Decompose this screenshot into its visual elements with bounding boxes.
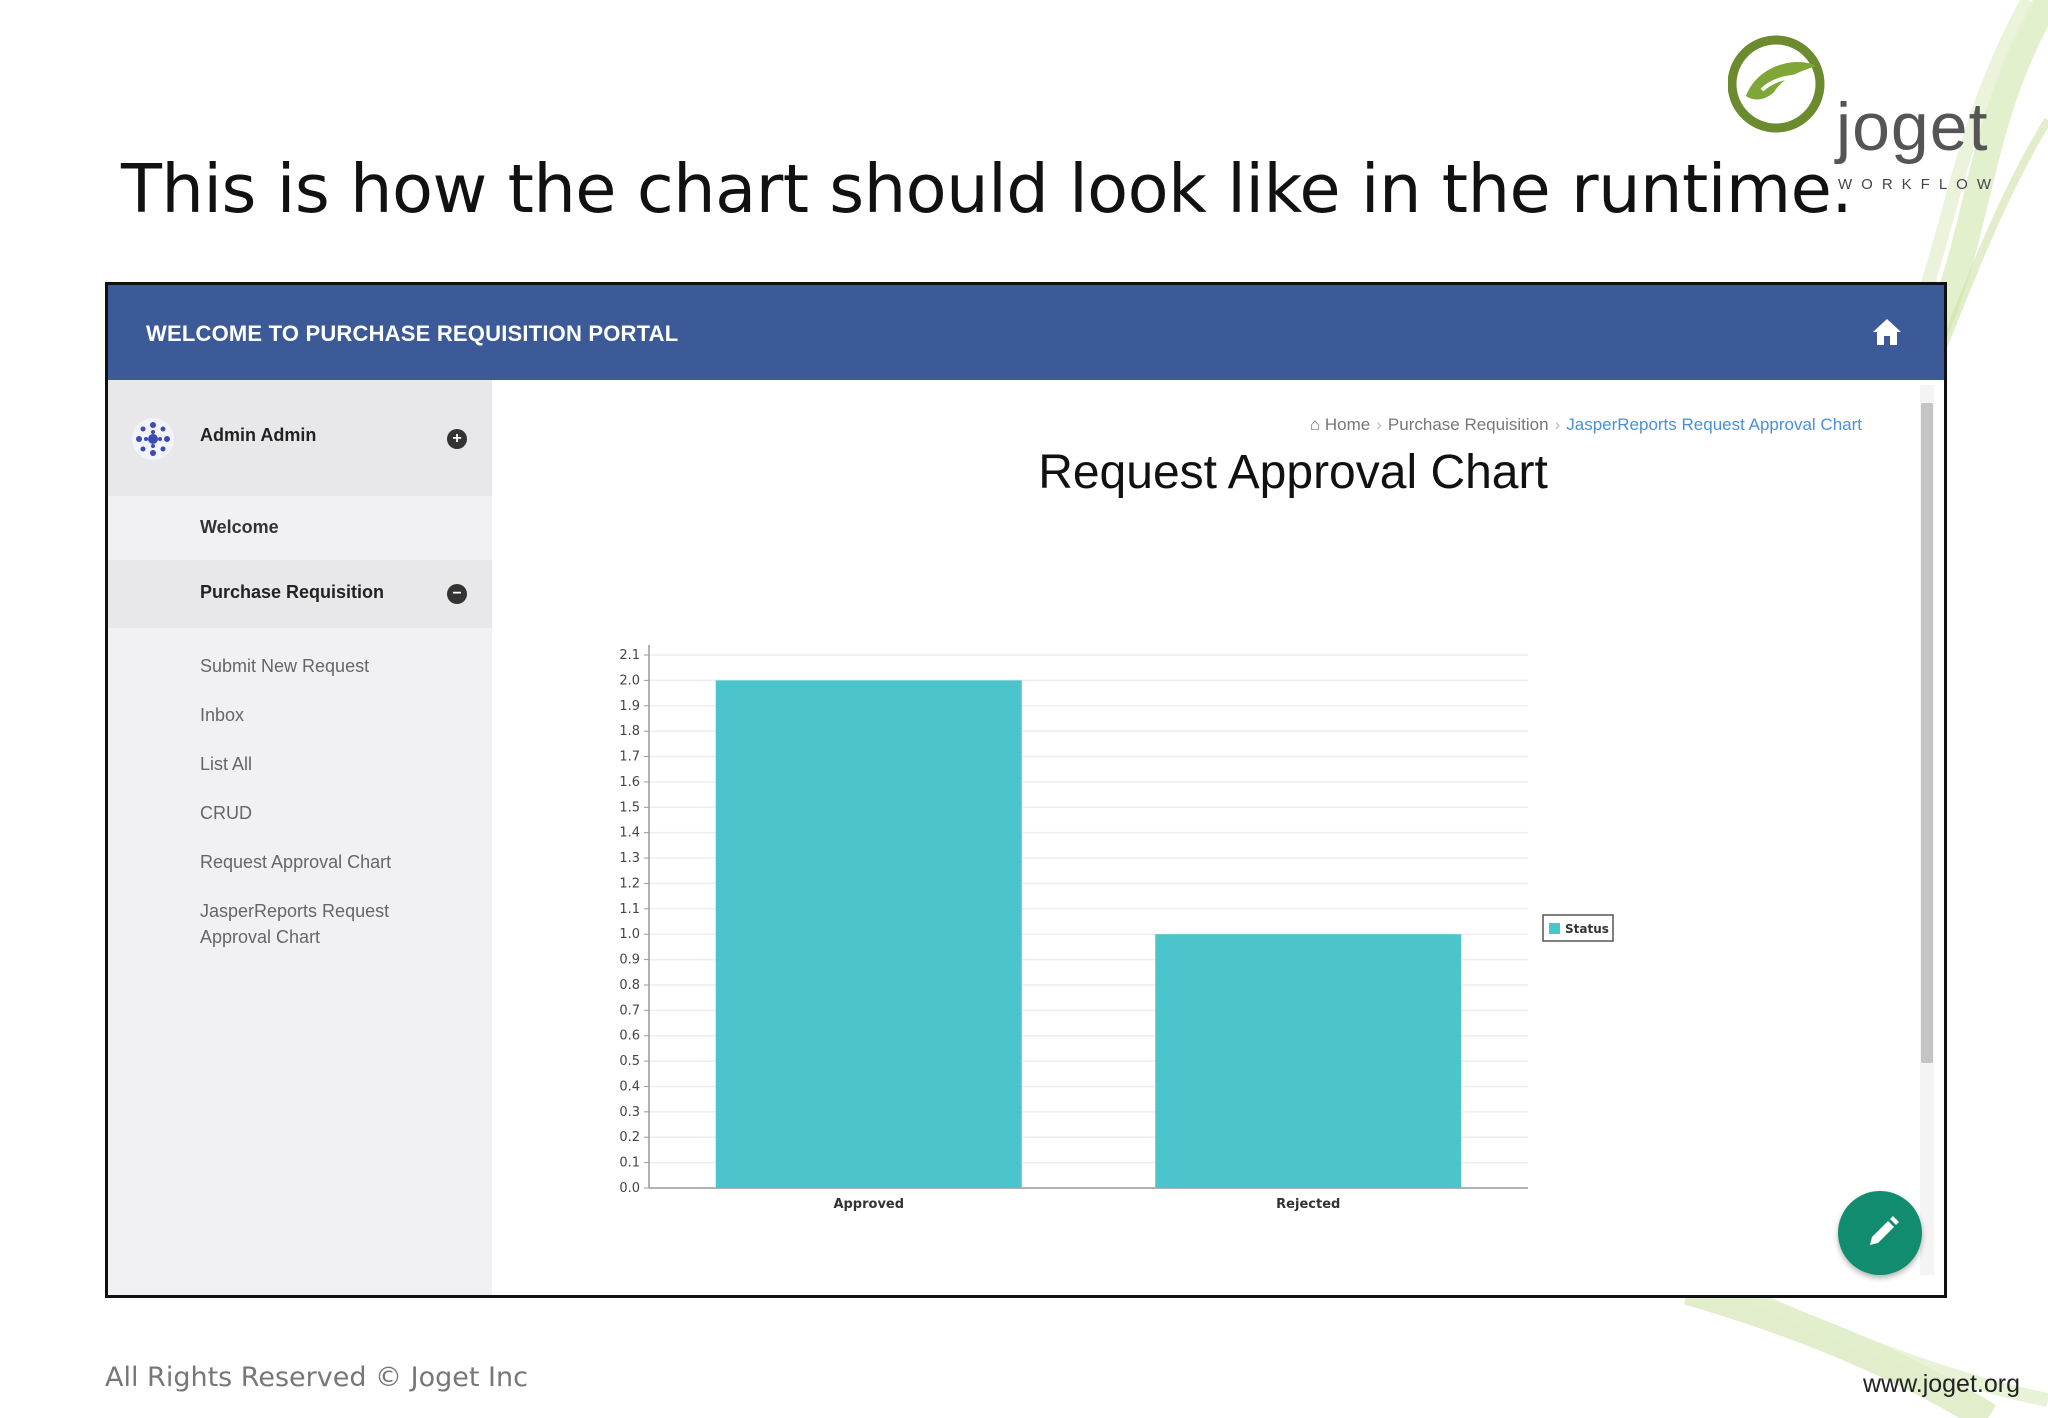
home-icon[interactable] [1870, 315, 1904, 349]
y-tick-label: 0.8 [619, 978, 640, 993]
sidebar-item-welcome[interactable]: Welcome [108, 496, 492, 560]
x-tick-label: Rejected [1276, 1197, 1340, 1212]
app-header: WELCOME TO PURCHASE REQUISITION PORTAL [108, 285, 1944, 380]
slide-title: This is how the chart should look like i… [121, 150, 1853, 228]
y-tick-label: 2.1 [619, 648, 640, 663]
y-tick-label: 0.6 [619, 1029, 640, 1044]
footer-copyright: All Rights Reserved © Joget Inc [105, 1362, 528, 1393]
chart-legend [1542, 914, 1614, 942]
y-tick-label: 1.8 [619, 724, 640, 739]
y-tick-label: 1.5 [619, 800, 640, 815]
y-tick-label: 1.6 [619, 775, 640, 790]
home-icon: ⌂ [1309, 415, 1325, 434]
sidebar-subitem-list-all[interactable]: List All [200, 751, 460, 777]
y-tick-label: 1.1 [619, 902, 640, 917]
breadcrumb-section[interactable]: Purchase Requisition [1388, 415, 1549, 434]
app-header-title: WELCOME TO PURCHASE REQUISITION PORTAL [146, 321, 679, 346]
plus-circle-icon[interactable]: + [447, 429, 467, 449]
user-name: Admin Admin [200, 425, 317, 445]
chart-bar [715, 680, 1022, 1188]
breadcrumb-separator: › [1376, 415, 1382, 434]
app-screenshot: WELCOME TO PURCHASE REQUISITION PORTAL A… [105, 282, 1947, 1298]
pencil-icon [1870, 1216, 1899, 1245]
y-tick-label: 0.4 [619, 1079, 640, 1094]
logo-subtitle: WORKFLOW [1838, 176, 2000, 193]
scrollbar-thumb[interactable] [1921, 403, 1933, 1063]
y-tick-label: 1.4 [619, 826, 640, 841]
chart-bar [1155, 934, 1462, 1188]
minus-circle-icon[interactable]: − [447, 584, 467, 604]
sidebar-subitem-jasperreports-chart[interactable]: JasperReports Request Approval Chart [200, 898, 430, 950]
edit-button[interactable] [1838, 1191, 1922, 1275]
sidebar-item-label: Purchase Requisition [200, 582, 385, 602]
breadcrumb-home[interactable]: Home [1325, 415, 1370, 434]
sidebar-item-purchase-requisition[interactable]: Purchase Requisition − [108, 560, 492, 628]
y-tick-label: 0.5 [619, 1054, 640, 1069]
sidebar-subitem-request-approval-chart[interactable]: Request Approval Chart [200, 849, 460, 875]
y-tick-label: 0.9 [619, 953, 640, 968]
y-tick-label: 1.7 [619, 750, 640, 765]
y-tick-label: 1.3 [619, 851, 640, 866]
y-tick-label: 2.0 [619, 673, 640, 688]
y-tick-label: 0.3 [619, 1105, 640, 1120]
sidebar-item-label: Welcome [200, 517, 279, 537]
avatar [132, 418, 174, 460]
y-tick-label: 1.9 [619, 699, 640, 714]
logo-word: joget [1836, 89, 1989, 165]
sidebar-subitem-inbox[interactable]: Inbox [200, 702, 460, 728]
breadcrumb: ⌂ Home › Purchase Requisition › JasperReport… [1310, 415, 1862, 435]
y-tick-label: 0.2 [619, 1130, 640, 1145]
y-tick-label: 0.7 [619, 1003, 640, 1018]
sidebar-subitem-crud[interactable]: CRUD [200, 800, 460, 826]
user-panel[interactable]: Admin Admin + [108, 380, 492, 496]
chart-title: Request Approval Chart [1038, 446, 1548, 499]
y-tick-label: 0.1 [619, 1156, 640, 1171]
y-tick-label: 1.0 [619, 927, 640, 942]
x-tick-label: Approved [833, 1197, 904, 1212]
y-tick-label: 0.0 [619, 1181, 640, 1196]
sidebar: Admin Admin + Welcome Purchase Requisiti… [108, 380, 492, 1295]
breadcrumb-separator: › [1554, 415, 1561, 434]
sidebar-subitem-submit-new-request[interactable]: Submit New Request [200, 653, 460, 679]
legend-label: Status [1565, 922, 1609, 936]
y-tick-label: 1.2 [619, 876, 640, 891]
legend-swatch [1549, 923, 1560, 934]
footer-website[interactable]: www.joget.org [1863, 1370, 2020, 1399]
joget-leaf-icon [1728, 35, 1825, 133]
breadcrumb-current: JasperReports Request Approval Chart [1566, 415, 1862, 434]
joget-logo: joget WORKFLOW [1728, 34, 2028, 204]
